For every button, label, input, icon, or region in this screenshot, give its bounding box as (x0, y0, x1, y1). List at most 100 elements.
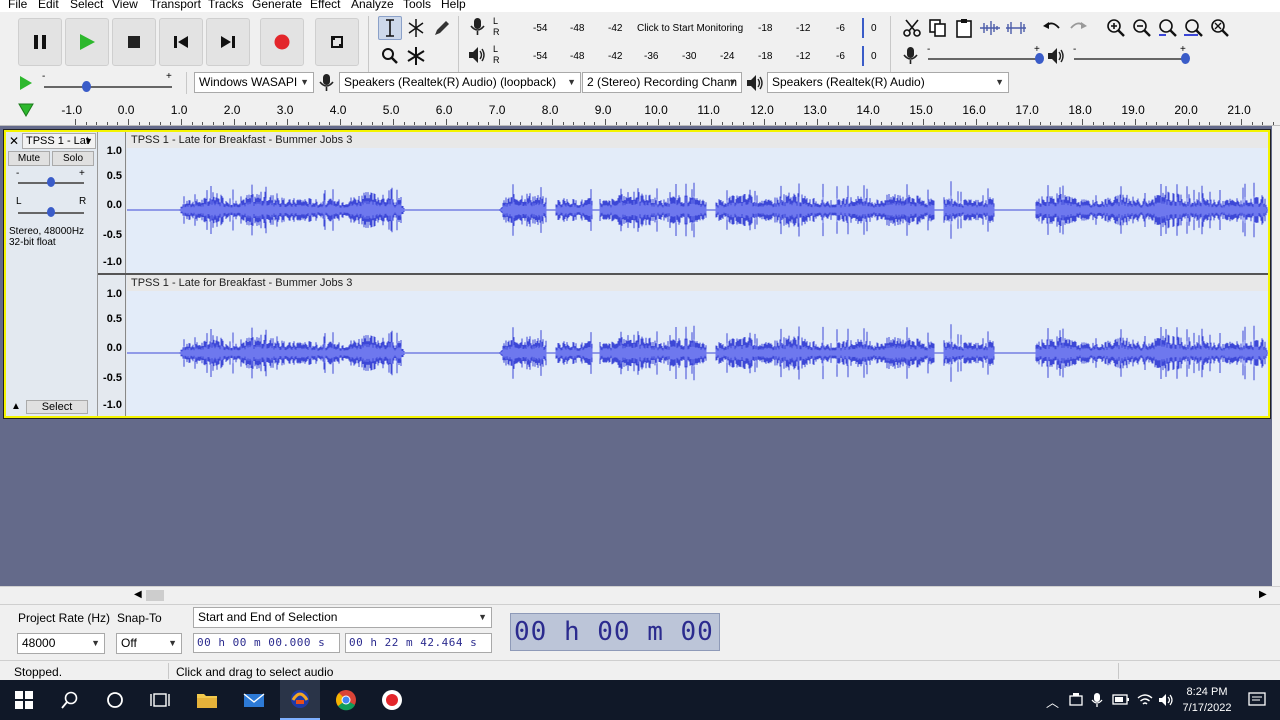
search-button[interactable] (58, 688, 82, 712)
stop-button[interactable] (112, 18, 156, 66)
zoom-in-button[interactable] (1104, 16, 1128, 40)
zoom-out-button[interactable] (1130, 16, 1154, 40)
paste-button[interactable] (952, 16, 976, 40)
recording-volume-slider[interactable] (928, 58, 1040, 60)
cut-button[interactable] (900, 16, 924, 40)
playback-volume-slider[interactable] (1074, 58, 1186, 60)
microphone-icon[interactable] (1090, 692, 1104, 708)
screen-recorder-button[interactable] (380, 688, 404, 712)
loop-button[interactable] (315, 18, 359, 66)
ruler-minor-tick (223, 122, 225, 125)
clip-name: TPSS 1 - Late for Breakfast - Bummer Job… (131, 277, 353, 289)
audio-clip-left[interactable]: TPSS 1 - Late for Breakfast - Bummer Job… (127, 132, 1268, 273)
audio-clip-right[interactable]: TPSS 1 - Late for Breakfast - Bummer Job… (127, 275, 1268, 416)
audio-track[interactable]: ✕ TPSS 1 - Lat ▼ Mute Solo - + L R Stere… (3, 129, 1271, 419)
gain-thumb[interactable] (47, 177, 55, 187)
scroll-right-icon[interactable]: ▶ (1259, 589, 1267, 600)
clip-title-bar[interactable]: TPSS 1 - Late for Breakfast - Bummer Job… (127, 132, 1268, 148)
playback-device-select[interactable]: Speakers (Realtek(R) Audio) ▼ (767, 72, 1009, 93)
select-track-button[interactable]: Select (26, 400, 88, 414)
menu-edit[interactable]: Edit (38, 0, 59, 11)
draw-tool[interactable] (430, 16, 454, 40)
menu-transport[interactable]: Transport (150, 0, 201, 11)
menu-help[interactable]: Help (441, 0, 466, 11)
start-button[interactable] (12, 688, 36, 712)
undo-button[interactable] (1040, 16, 1064, 40)
audacity-taskbar-button[interactable] (280, 680, 320, 720)
vertical-scrollbar[interactable] (1272, 126, 1280, 586)
selection-start-time[interactable]: 00 h 00 m 00.000 s (193, 633, 340, 653)
meet-now-icon[interactable] (1068, 692, 1084, 708)
pin-head-icon[interactable] (18, 102, 34, 118)
zoom-toggle-button[interactable] (1208, 16, 1232, 40)
project-rate-select[interactable]: 48000 ▼ (17, 633, 105, 654)
solo-button[interactable]: Solo (52, 151, 94, 166)
task-view-button[interactable] (148, 688, 172, 712)
play-speed-thumb[interactable] (82, 81, 91, 92)
battery-icon[interactable] (1112, 693, 1130, 707)
pause-button[interactable] (18, 18, 62, 66)
scroll-left-icon[interactable]: ◀ (134, 589, 142, 600)
play-at-speed-button[interactable] (16, 72, 36, 94)
menu-effect[interactable]: Effect (310, 0, 340, 11)
redo-button[interactable] (1066, 16, 1090, 40)
play-button[interactable] (65, 18, 109, 66)
skip-to-end-button[interactable] (206, 18, 250, 66)
timeline-ruler[interactable]: -1.0 0.0 1.0 2.0 3.0 4.0 5.0 6.0 7.0 8.0 9.0 10.0 11… (0, 98, 1280, 126)
recording-device-select[interactable]: Speakers (Realtek(R) Audio) (loopback) ▼ (339, 72, 581, 93)
vertical-scale-right[interactable]: 1.0 0.5 0.0 -0.5 -1.0 (98, 275, 126, 416)
play-speed-slider[interactable] (44, 86, 172, 88)
selection-end-time[interactable]: 00 h 22 m 42.464 s (345, 633, 492, 653)
zoom-tool[interactable] (378, 44, 402, 68)
system-clock[interactable]: 8:24 PM 7/17/2022 (1178, 684, 1236, 716)
close-track-icon[interactable]: ✕ (8, 134, 20, 148)
ruler-minor-tick (562, 122, 564, 125)
recording-channels-select[interactable]: 2 (Stereo) Recording Chann ▼ (582, 72, 742, 93)
horizontal-scrollbar[interactable]: ◀ ▶ (0, 586, 1280, 604)
multi-tool[interactable] (404, 44, 428, 68)
fit-project-button[interactable] (1182, 16, 1206, 40)
wifi-icon[interactable] (1136, 692, 1154, 708)
copy-button[interactable] (926, 16, 950, 40)
playback-meter[interactable]: -54 -48 -42 -36 -30 -24 -18 -12 -6 0 (500, 46, 880, 66)
vertical-scale-left[interactable]: 1.0 0.5 0.0 -0.5 -1.0 (98, 132, 126, 273)
trim-audio-button[interactable] (978, 16, 1002, 40)
collapse-track-icon[interactable]: ▲ (8, 400, 24, 414)
menu-file[interactable]: File (8, 0, 27, 11)
selection-mode-select[interactable]: Start and End of Selection ▼ (193, 607, 492, 628)
record-button[interactable] (260, 18, 304, 66)
snap-to-select[interactable]: Off ▼ (116, 633, 182, 654)
waveform-left[interactable] (127, 148, 1268, 273)
playback-volume-thumb[interactable] (1181, 53, 1190, 64)
cortana-button[interactable] (103, 688, 127, 712)
mute-button[interactable]: Mute (8, 151, 50, 166)
notifications-icon[interactable] (1248, 691, 1266, 709)
silence-audio-button[interactable] (1004, 16, 1028, 40)
waveform-right[interactable] (127, 291, 1268, 416)
recording-volume-thumb[interactable] (1035, 53, 1044, 64)
menu-tools[interactable]: Tools (403, 0, 431, 11)
pan-thumb[interactable] (47, 207, 55, 217)
menu-view[interactable]: View (112, 0, 138, 11)
chevron-up-icon[interactable]: ︿ (1046, 692, 1059, 711)
ruler-minor-tick (477, 122, 479, 125)
skip-to-start-button[interactable] (159, 18, 203, 66)
chrome-button[interactable] (334, 688, 358, 712)
mail-button[interactable] (242, 688, 266, 712)
menu-generate[interactable]: Generate (252, 0, 302, 11)
scroll-thumb[interactable] (146, 590, 164, 601)
envelope-tool[interactable] (404, 16, 428, 40)
track-area[interactable]: ✕ TPSS 1 - Lat ▼ Mute Solo - + L R Stere… (0, 126, 1280, 586)
file-explorer-button[interactable] (195, 688, 219, 712)
volume-icon[interactable] (1158, 692, 1176, 708)
audio-host-select[interactable]: Windows WASAPI ▼ (194, 72, 314, 93)
audio-position-display[interactable]: 00 h 00 m 00 s (510, 613, 720, 683)
menu-analyze[interactable]: Analyze (351, 0, 394, 11)
selection-tool[interactable] (378, 16, 402, 40)
clip-title-bar[interactable]: TPSS 1 - Late for Breakfast - Bummer Job… (127, 275, 1268, 291)
track-name-menu[interactable]: TPSS 1 - Lat ▼ (22, 133, 96, 149)
record-meter[interactable]: -54 -48 -42 Click to Start Monitoring -1… (500, 18, 880, 38)
menu-select[interactable]: Select (70, 0, 103, 11)
fit-selection-button[interactable] (1156, 16, 1180, 40)
menu-tracks[interactable]: Tracks (208, 0, 244, 11)
